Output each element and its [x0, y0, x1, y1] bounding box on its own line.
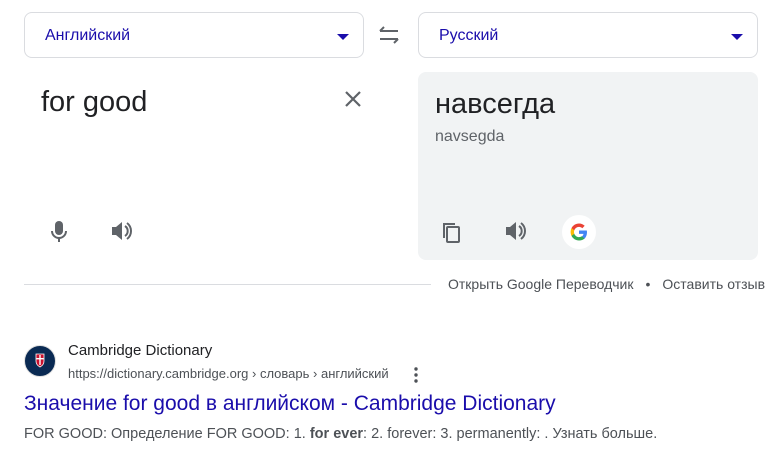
source-text-input[interactable]: for good — [41, 86, 147, 119]
snippet-bold: for ever — [309, 426, 364, 442]
more-vert-icon — [414, 367, 418, 383]
separator-dot: • — [645, 276, 651, 292]
result-site-name[interactable]: Cambridge Dictionary — [68, 342, 212, 359]
translated-text: навсегда — [435, 88, 556, 120]
chevron-down-icon — [731, 34, 743, 40]
open-translate-link[interactable]: Открыть Google Переводчик — [448, 276, 634, 292]
google-translate-button[interactable] — [562, 215, 596, 249]
listen-translation-button[interactable] — [498, 214, 532, 248]
google-g-icon — [570, 223, 587, 241]
result-url[interactable]: https://dictionary.cambridge.org › слова… — [68, 366, 389, 381]
result-snippet: FOR GOOD: Определение FOR GOOD: 1. for e… — [24, 426, 657, 442]
listen-source-button[interactable] — [104, 214, 138, 248]
target-language-label: Русский — [439, 27, 499, 44]
swap-languages-button[interactable] — [374, 22, 404, 48]
transliteration-text: navsegda — [435, 128, 505, 145]
snippet-text-1: FOR GOOD: Определение FOR GOOD: 1. — [24, 426, 310, 442]
feedback-link[interactable]: Оставить отзыв — [662, 276, 765, 292]
cambridge-crest-icon[interactable] — [24, 345, 56, 377]
swap-icon — [379, 26, 399, 44]
result-more-button[interactable] — [409, 366, 423, 384]
translate-footer: Открыть Google Переводчик • Оставить отзыв — [448, 276, 765, 292]
translation-panel: навсегда navsegda — [418, 72, 758, 260]
voice-input-button[interactable] — [42, 214, 76, 248]
microphone-icon — [51, 221, 67, 242]
speaker-icon — [112, 222, 132, 240]
source-language-select[interactable]: Английский — [24, 12, 364, 58]
speaker-icon — [506, 222, 526, 240]
chevron-down-icon — [337, 34, 349, 40]
target-language-select[interactable]: Русский — [418, 12, 758, 58]
copy-translation-button[interactable] — [435, 216, 469, 250]
result-title-link[interactable]: Значение for good в английском - Cambrid… — [24, 392, 556, 416]
close-icon — [345, 91, 361, 107]
source-language-label: Английский — [45, 27, 131, 44]
copy-icon — [443, 223, 460, 243]
clear-text-button[interactable] — [340, 86, 366, 112]
snippet-text-2: : 2. forever: 3. permanently: . Узнать б… — [363, 426, 658, 442]
divider — [24, 284, 431, 285]
